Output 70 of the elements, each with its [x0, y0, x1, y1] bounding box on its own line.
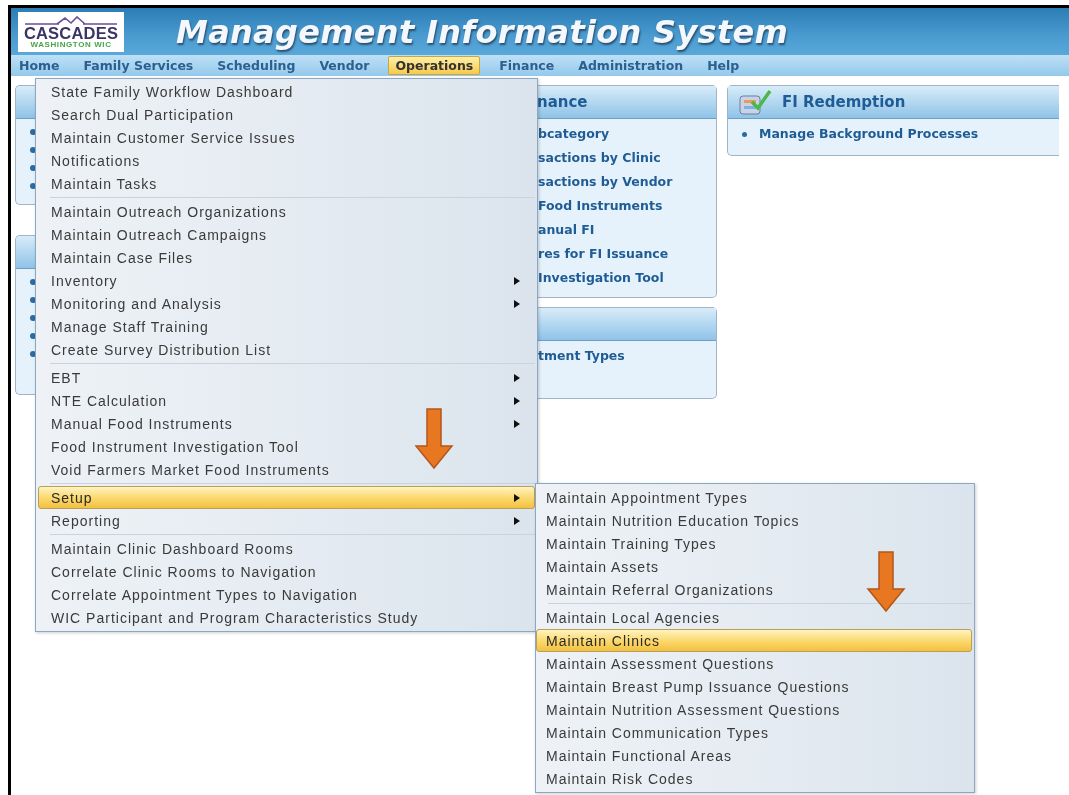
mountains-icon: [23, 15, 119, 26]
menu-item[interactable]: Maintain Customer Service Issues: [38, 126, 535, 149]
panel-link[interactable]: tment Types: [538, 347, 716, 365]
app-title: Management Information System: [176, 12, 789, 51]
menu-bar-item[interactable]: Family Services: [78, 56, 199, 75]
menu-item[interactable]: EBT: [38, 366, 535, 389]
menu-bar-item[interactable]: Finance: [494, 56, 560, 75]
panel-link[interactable]: Manage Background Processes: [759, 125, 979, 143]
down-arrow-icon: [414, 408, 454, 470]
menu-item[interactable]: Reporting: [38, 509, 535, 532]
panel-title: FI Redemption: [782, 93, 906, 111]
caret-icon: [514, 276, 520, 285]
panel-link[interactable]: Food Instruments: [538, 197, 716, 215]
menu-item[interactable]: Manual Food Instruments: [38, 412, 535, 435]
panel-link[interactable]: sactions by Vendor: [538, 173, 716, 191]
menu-item[interactable]: Maintain Referral Organizations: [536, 578, 972, 601]
menu-item[interactable]: Maintain Risk Codes: [536, 767, 972, 790]
panel-link[interactable]: anual FI: [538, 221, 716, 239]
bullet-icon: [742, 131, 747, 137]
menu-item[interactable]: Notifications: [38, 149, 535, 172]
menu-bar-item[interactable]: Administration: [573, 56, 689, 75]
menu-item[interactable]: Create Survey Distribution List: [38, 338, 535, 361]
menu-bar-item[interactable]: Help: [702, 56, 745, 75]
panel-link[interactable]: Investigation Tool: [538, 269, 716, 287]
caret-icon: [514, 373, 520, 382]
caret-icon: [514, 396, 520, 405]
panel-header: [16, 86, 35, 119]
menu-item[interactable]: Search Dual Participation: [38, 103, 535, 126]
menu-item[interactable]: NTE Calculation: [38, 389, 535, 412]
menu-item[interactable]: Maintain Outreach Organizations: [38, 200, 535, 223]
menu-item[interactable]: Correlate Appointment Types to Navigation: [38, 583, 535, 606]
menu-item[interactable]: Maintain Nutrition Education Topics: [536, 509, 972, 532]
menu-item[interactable]: Manage Staff Training: [38, 315, 535, 338]
menu-item[interactable]: Maintain Tasks: [38, 172, 535, 195]
menu-bar-item[interactable]: Home: [14, 56, 65, 75]
menu-item[interactable]: Correlate Clinic Rooms to Navigation: [38, 560, 535, 583]
caret-icon: [514, 419, 520, 428]
menu-item[interactable]: Maintain Nutrition Assessment Questions: [536, 698, 972, 721]
menu-item[interactable]: State Family Workflow Dashboard: [38, 80, 535, 103]
menu-item[interactable]: Maintain Local Agencies: [536, 606, 972, 629]
menu-item[interactable]: Maintain Case Files: [38, 246, 535, 269]
menu-item[interactable]: Void Farmers Market Food Instruments: [38, 458, 535, 481]
menu-item[interactable]: Inventory: [38, 269, 535, 292]
menu-item[interactable]: Maintain Clinic Dashboard Rooms: [38, 537, 535, 560]
menu-item[interactable]: Maintain Breast Pump Issuance Questions: [536, 675, 972, 698]
menu-bar-item[interactable]: Vendor: [314, 56, 375, 75]
menu-item[interactable]: WIC Participant and Program Characteristics Study: [38, 606, 535, 629]
logo-name: CASCADES: [23, 25, 119, 41]
panel-header: [16, 236, 35, 269]
down-arrow-icon: [866, 551, 906, 613]
menu-item[interactable]: Maintain Communication Types: [536, 721, 972, 744]
panel-link[interactable]: res for FI Issuance: [538, 245, 716, 263]
menu-bar-item[interactable]: Operations: [388, 56, 481, 75]
clipboard-check-icon: [736, 88, 772, 116]
caret-icon: [514, 516, 520, 525]
menu-item[interactable]: Maintain Appointment Types: [536, 486, 972, 509]
menu-item[interactable]: Maintain Functional Areas: [536, 744, 972, 767]
panel-link[interactable]: sactions by Clinic: [538, 149, 716, 167]
caret-icon: [514, 493, 520, 502]
menu-item[interactable]: Food Instrument Investigation Tool: [38, 435, 535, 458]
menu-item[interactable]: Maintain Assessment Questions: [536, 652, 972, 675]
menu-item[interactable]: Monitoring and Analysis: [38, 292, 535, 315]
logo-tagline: WASHINGTON WIC: [30, 40, 112, 49]
menu-bar-item[interactable]: Scheduling: [212, 56, 301, 75]
panel-title: nance: [537, 93, 588, 111]
panel-link[interactable]: bcategory: [538, 125, 716, 143]
caret-icon: [514, 299, 520, 308]
menu-item[interactable]: Maintain Assets: [536, 555, 972, 578]
menu-item[interactable]: Maintain Outreach Campaigns: [38, 223, 535, 246]
menu-item[interactable]: Maintain Training Types: [536, 532, 972, 555]
